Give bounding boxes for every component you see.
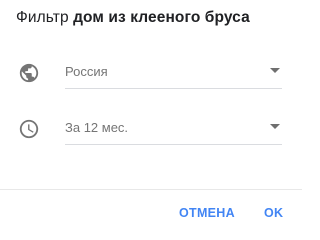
globe-icon [18,62,40,84]
dialog-title-prefix: Фильтр [16,9,69,26]
dropdown-arrow-icon [270,68,280,73]
period-select-value: За 12 мес. [65,120,129,135]
period-select[interactable]: За 12 мес. [65,111,282,145]
region-select[interactable]: Россия [65,55,282,89]
period-row: За 12 мес. [0,111,302,145]
region-row: Россия [0,55,302,89]
dialog-title: Фильтр дом из клееного бруса [16,9,250,27]
dropdown-arrow-icon [270,124,280,129]
actions-divider [0,189,302,190]
ok-button[interactable]: OK [264,206,283,220]
cancel-button[interactable]: ОТМЕНА [179,206,235,220]
clock-icon [18,118,40,140]
filter-dialog: Фильтр дом из клееного бруса Россия За 1… [0,0,302,239]
region-select-value: Россия [65,64,108,79]
dialog-title-term: дом из клееного бруса [73,9,250,26]
